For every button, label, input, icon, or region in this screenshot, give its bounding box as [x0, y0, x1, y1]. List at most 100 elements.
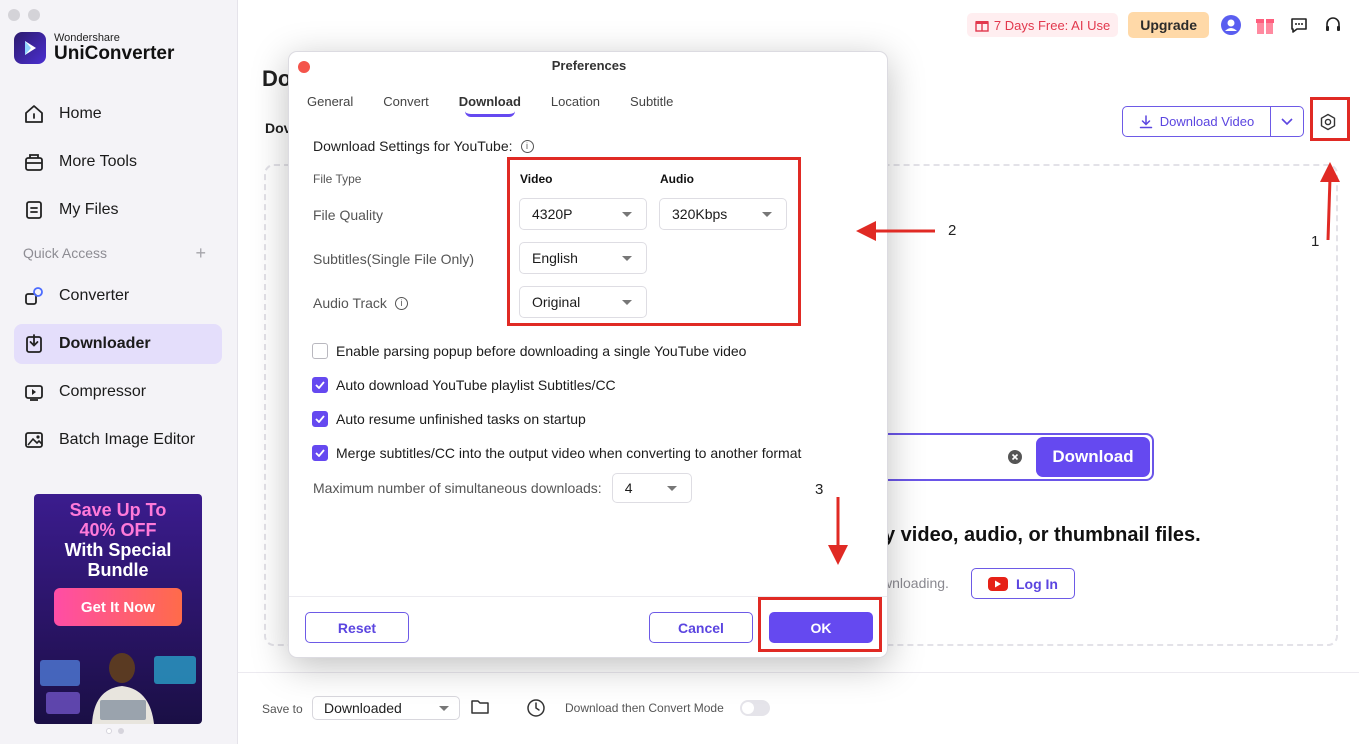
download-icon [1139, 114, 1153, 128]
checkmark-icon [315, 415, 325, 423]
reset-button[interactable]: Reset [305, 612, 409, 643]
login-label: Log In [1016, 575, 1058, 592]
sidebar-item-home[interactable]: Home [14, 94, 222, 134]
close-window-icon[interactable] [8, 9, 20, 21]
gift-icon [975, 21, 989, 32]
tab-location[interactable]: Location [551, 94, 600, 109]
audio-track-label-row: Audio Track i [313, 295, 408, 311]
free-trial-badge[interactable]: 7 Days Free: AI Use [966, 13, 1119, 37]
sidebar-nav: Home More Tools My Files Quick Access + … [14, 94, 222, 468]
clock-icon[interactable] [526, 698, 546, 718]
max-downloads-label: Maximum number of simultaneous downloads… [313, 480, 602, 496]
subtitles-label: Subtitles(Single File Only) [313, 251, 475, 267]
file-type-label: File Type [313, 172, 362, 186]
feedback-icon[interactable] [1287, 13, 1311, 37]
quick-access-header: Quick Access + [14, 238, 222, 268]
sidebar-item-batch-image-editor[interactable]: Batch Image Editor [14, 420, 222, 460]
sidebar-item-label: My Files [59, 201, 119, 218]
sidebar-item-compressor[interactable]: Compressor [14, 372, 222, 412]
checkbox-label: Auto resume unfinished tasks on startup [336, 411, 586, 427]
merge-subtitles-checkbox[interactable] [312, 445, 328, 461]
checkmark-icon [315, 449, 325, 457]
annotation-box-quality [507, 157, 801, 326]
max-downloads-row: Maximum number of simultaneous downloads… [313, 473, 692, 503]
sidebar-item-more-tools[interactable]: More Tools [14, 142, 222, 182]
info-icon[interactable]: i [394, 296, 408, 310]
pager-dot[interactable] [106, 728, 112, 734]
checkbox-row[interactable]: Auto resume unfinished tasks on startup [312, 411, 586, 427]
file-quality-label: File Quality [313, 207, 384, 223]
sidebar-item-my-files[interactable]: My Files [14, 190, 222, 230]
tab-general[interactable]: General [307, 94, 353, 109]
user-avatar-icon[interactable] [1219, 13, 1243, 37]
audio-track-label: Audio Track [313, 295, 387, 311]
promo-line-1: Save Up To [69, 500, 167, 520]
dialog-title: Preferences [551, 58, 627, 73]
checkbox-label: Auto download YouTube playlist Subtitles… [336, 377, 616, 393]
preferences-tabs: General Convert Download Location Subtit… [307, 94, 703, 117]
annotation-box-settings [1310, 97, 1350, 141]
sidebar-item-downloader[interactable]: Downloader [14, 324, 222, 364]
checkbox-row[interactable]: Merge subtitles/CC into the output video… [312, 445, 801, 461]
toolbox-icon [25, 154, 43, 171]
tab-convert[interactable]: Convert [383, 94, 429, 109]
playlist-subtitles-checkbox[interactable] [312, 377, 328, 393]
youtube-login-button[interactable]: Log In [971, 568, 1075, 599]
annotation-box-ok [758, 597, 882, 652]
parsing-popup-checkbox[interactable] [312, 343, 328, 359]
max-downloads-value: 4 [624, 480, 633, 496]
preferences-dialog: Preferences General Convert Download Loc… [288, 51, 888, 658]
downloader-icon [26, 334, 42, 353]
download-video-label: Download Video [1159, 114, 1255, 129]
upgrade-button[interactable]: Upgrade [1128, 12, 1209, 38]
download-video-button[interactable]: Download Video [1122, 106, 1304, 137]
max-downloads-select[interactable]: 4 [611, 473, 692, 503]
chevron-down-icon[interactable] [1271, 107, 1303, 136]
top-bar: 7 Days Free: AI Use Upgrade [966, 12, 1345, 38]
add-quick-access-icon[interactable]: + [195, 243, 206, 264]
cancel-button[interactable]: Cancel [649, 612, 753, 643]
gift-box-icon[interactable] [1253, 13, 1277, 37]
tab-subtitle[interactable]: Subtitle [630, 94, 673, 109]
sidebar-item-label: Compressor [59, 383, 147, 400]
clear-input-icon[interactable] [1007, 449, 1023, 465]
checkmark-icon [315, 381, 325, 389]
youtube-settings-heading: Download Settings for YouTube: i [313, 138, 534, 154]
checkbox-row[interactable]: Auto download YouTube playlist Subtitles… [312, 377, 616, 393]
free-trial-text: 7 Days Free: AI Use [993, 17, 1111, 33]
headset-icon[interactable] [1321, 13, 1345, 37]
tab-download[interactable]: Download [459, 94, 521, 117]
convert-mode-toggle[interactable] [740, 700, 770, 716]
checkbox-label: Merge subtitles/CC into the output video… [336, 445, 802, 461]
sidebar-item-label: More Tools [59, 153, 137, 170]
promo-banner[interactable]: Save Up To 40% OFF With Special Bundle G… [34, 494, 202, 724]
youtube-icon [988, 576, 1008, 591]
save-to-value: Downloaded [324, 700, 402, 716]
checkbox-row[interactable]: Enable parsing popup before downloading … [312, 343, 746, 359]
sidebar-item-converter[interactable]: Converter [14, 276, 222, 316]
converter-icon [25, 287, 43, 305]
window-controls [8, 9, 40, 21]
brand-name: UniConverter [54, 43, 175, 64]
folder-icon[interactable] [470, 698, 490, 716]
auto-resume-checkbox[interactable] [312, 411, 328, 427]
save-to-select[interactable]: Downloaded [312, 696, 460, 720]
sidebar: Wondershare UniConverter Home More Tools… [0, 0, 238, 744]
promo-illustration [40, 653, 196, 724]
minimize-window-icon[interactable] [28, 9, 40, 21]
save-to-label: Save to [262, 702, 303, 716]
annotation-number-1: 1 [1311, 233, 1320, 250]
file-icon [26, 201, 42, 219]
quick-access-label: Quick Access [23, 245, 108, 261]
pager-dot[interactable] [118, 728, 124, 734]
download-button[interactable]: Download [1036, 437, 1150, 477]
sidebar-item-label: Converter [59, 287, 130, 304]
brand: Wondershare UniConverter [14, 32, 174, 64]
annotation-number-3: 3 [815, 481, 824, 498]
promo-line-3: With Special [64, 540, 172, 560]
info-icon[interactable]: i [520, 139, 534, 153]
checkbox-label: Enable parsing popup before downloading … [336, 343, 747, 359]
sidebar-item-label: Home [59, 105, 102, 122]
get-it-now-button[interactable]: Get It Now [54, 588, 182, 626]
promo-pager [106, 728, 124, 734]
